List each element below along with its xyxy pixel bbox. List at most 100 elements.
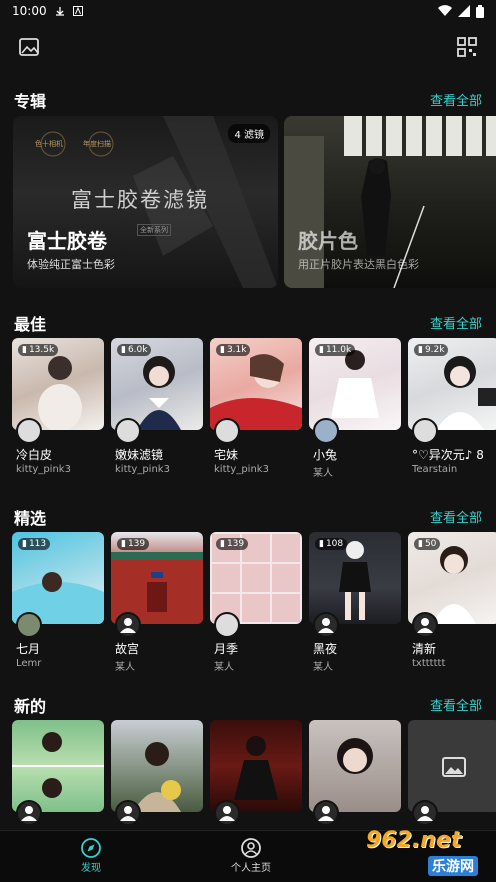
watermark-site: 乐游网: [428, 856, 478, 876]
filter-author[interactable]: 某人: [313, 658, 333, 673]
use-count-badge: ▮ 139: [216, 538, 249, 550]
album-description: 体验纯正富士色彩: [27, 258, 115, 271]
bookmark-icon: ▮: [121, 539, 126, 549]
filter-thumbnail: ▮ 6.0k: [111, 338, 203, 430]
author-avatar[interactable]: [412, 418, 438, 444]
section-title-new: 新的: [14, 697, 47, 716]
filter-card[interactable]: ▮ 13.5k 冷白皮 kitty_pink3: [12, 338, 104, 475]
filter-thumbnail: [12, 720, 104, 812]
author-avatar[interactable]: [313, 612, 339, 638]
album-card-fuji[interactable]: 色十相机 年度扫描 富士胶卷滤镜 全新系列 4 滤镜 富士胶卷 体验纯正富士色彩: [13, 116, 278, 288]
filter-name: 宅妹: [214, 448, 239, 462]
album-card-film[interactable]: 胶片色 用正片胶片表达黑白色彩: [284, 116, 496, 288]
filter-thumbnail: ▮ 13.5k: [12, 338, 104, 430]
filter-author[interactable]: 某人: [214, 658, 234, 673]
see-all-new-link[interactable]: 查看全部: [430, 695, 482, 714]
see-all-best-link[interactable]: 查看全部: [430, 313, 482, 332]
best-filter-row: ▮ 13.5k 冷白皮 kitty_pink3 ▮ 6.0k 嫩妹滤镜 kitty_…: [12, 338, 496, 479]
nav-discover-label: 发现: [81, 863, 101, 874]
filter-card[interactable]: ▮ 9.2k °♡异次元♪ 8 Tearstain: [408, 338, 496, 475]
default-user-icon: [120, 618, 136, 633]
wifi-icon: [438, 5, 452, 17]
filter-card[interactable]: [210, 720, 302, 826]
filter-thumbnail: ▮ 139: [111, 532, 203, 624]
author-avatar[interactable]: [115, 800, 141, 826]
bookmark-icon: ▮: [220, 539, 225, 549]
filter-thumbnail: ▮ 11.0k: [309, 338, 401, 430]
filter-card[interactable]: ▮ 3.1k 宅妹 kitty_pink3: [210, 338, 302, 475]
filter-card[interactable]: ▮ 139 故宫 某人: [111, 532, 203, 673]
nav-profile[interactable]: 个人主页: [231, 837, 271, 874]
author-avatar[interactable]: [214, 612, 240, 638]
status-bar: 10:00: [0, 0, 496, 22]
use-count-badge: ▮ 50: [414, 538, 441, 550]
author-avatar[interactable]: [412, 800, 438, 826]
filter-name: °♡异次元♪ 8: [412, 448, 484, 462]
notification-a-icon: [72, 6, 83, 16]
filter-card[interactable]: [408, 720, 496, 826]
filter-card[interactable]: ▮ 11.0k 小兔 某人: [309, 338, 401, 479]
author-avatar[interactable]: [412, 612, 438, 638]
section-title-featured: 精选: [14, 509, 47, 528]
filter-author[interactable]: Tearstain: [412, 464, 457, 475]
see-all-albums-link[interactable]: 查看全部: [430, 90, 482, 109]
filter-author[interactable]: kitty_pink3: [214, 464, 269, 475]
filter-thumbnail: ▮ 9.2k: [408, 338, 496, 430]
default-user-icon: [318, 618, 334, 633]
filter-author[interactable]: kitty_pink3: [115, 464, 170, 475]
nav-profile-label: 个人主页: [231, 863, 271, 874]
author-avatar[interactable]: [313, 800, 339, 826]
filter-thumbnail: ▮ 50: [408, 532, 496, 624]
gallery-icon[interactable]: [18, 36, 40, 58]
author-avatar[interactable]: [214, 418, 240, 444]
album-fuji-overlay-title: 富士胶卷滤镜: [71, 188, 209, 212]
filter-author[interactable]: 某人: [313, 464, 333, 479]
author-avatar[interactable]: [16, 800, 42, 826]
filter-card[interactable]: ▮ 108 黑夜 某人: [309, 532, 401, 673]
filter-thumbnail: [309, 720, 401, 812]
filter-card[interactable]: ▮ 113 七月 Lemr: [12, 532, 104, 669]
watermark-brand: 962.net: [366, 828, 462, 853]
filter-author[interactable]: 某人: [115, 658, 135, 673]
author-avatar[interactable]: [313, 418, 339, 444]
filter-author[interactable]: Lemr: [16, 658, 41, 669]
filter-card[interactable]: [309, 720, 401, 826]
filter-name: 黑夜: [313, 642, 338, 656]
portrait-figure: [337, 738, 373, 774]
use-count-badge: ▮ 139: [117, 538, 150, 550]
site-watermark-logo: 962.net 乐游网: [366, 826, 490, 876]
nav-discover[interactable]: 发现: [80, 837, 102, 874]
filter-card[interactable]: ▮ 6.0k 嫩妹滤镜 kitty_pink3: [111, 338, 203, 475]
filter-card[interactable]: [12, 720, 104, 826]
default-user-icon: [21, 806, 37, 821]
filter-name: 小兔: [313, 448, 338, 462]
filter-card[interactable]: ▮ 50 清新 txtttttt: [408, 532, 496, 669]
filter-name: 清新: [412, 642, 437, 656]
author-avatar[interactable]: [214, 800, 240, 826]
album-fuji-badge-2: 年度扫描: [83, 140, 111, 148]
use-count-badge: ▮ 9.2k: [414, 344, 449, 356]
author-avatar[interactable]: [115, 418, 141, 444]
author-avatar[interactable]: [16, 418, 42, 444]
featured-filter-row: ▮ 113 七月 Lemr ▮ 139 故宫 某人 ▮ 139 月季 某人 ▮ 108 …: [12, 532, 496, 673]
use-count-badge: ▮ 13.5k: [18, 344, 59, 356]
use-count-badge: ▮ 113: [18, 538, 51, 550]
qr-scan-icon[interactable]: [456, 36, 478, 58]
status-time: 10:00: [12, 4, 47, 18]
filter-thumbnail: ▮ 139: [210, 532, 302, 624]
use-count-badge: ▮ 108: [315, 538, 348, 550]
filter-author[interactable]: txtttttt: [412, 658, 445, 669]
author-avatar[interactable]: [16, 612, 42, 638]
filter-thumbnail: [210, 720, 302, 812]
filter-author[interactable]: kitty_pink3: [16, 464, 71, 475]
filter-card[interactable]: [111, 720, 203, 826]
filter-name: 冷白皮: [16, 448, 53, 462]
profile-icon: [241, 838, 261, 858]
bookmark-icon: ▮: [22, 345, 27, 355]
album-description: 用正片胶片表达黑白色彩: [298, 258, 419, 271]
bookmark-icon: ▮: [22, 539, 27, 549]
see-all-featured-link[interactable]: 查看全部: [430, 507, 482, 526]
filter-card[interactable]: ▮ 139 月季 某人: [210, 532, 302, 673]
author-avatar[interactable]: [115, 612, 141, 638]
album-title: 胶片色: [298, 229, 358, 253]
